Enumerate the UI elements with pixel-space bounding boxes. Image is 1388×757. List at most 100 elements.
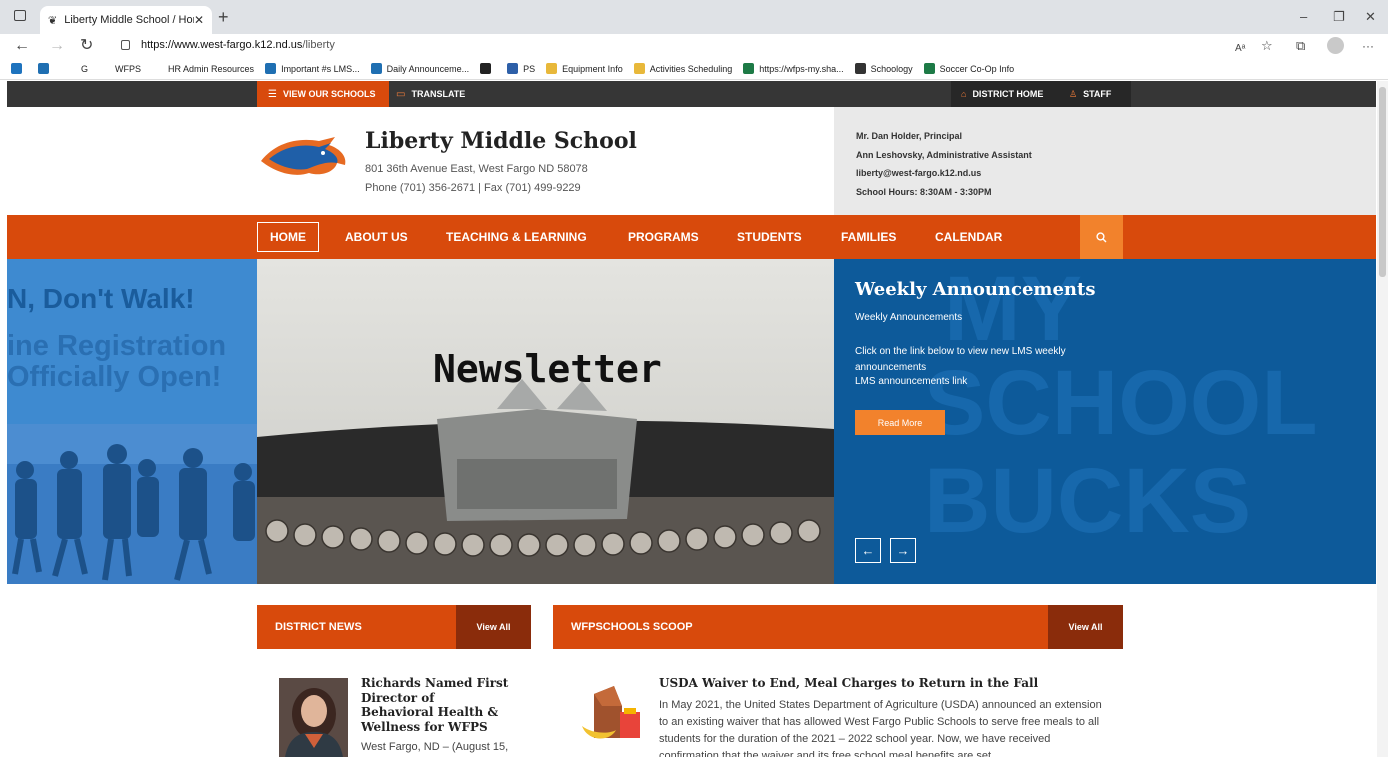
mustang-logo[interactable] — [257, 133, 349, 179]
browser-tab[interactable]: ❦ Liberty Middle School / Homepa ✕ — [40, 6, 212, 34]
school-address: 801 36th Avenue East, West Fargo ND 5807… — [365, 163, 588, 175]
view-schools-button[interactable]: ☰ VIEW OUR SCHOOLS — [257, 81, 389, 107]
bookmark-label: PS — [523, 63, 536, 74]
bookmark-label: Soccer Co-Op Info — [939, 63, 1015, 74]
school-name[interactable]: Liberty Middle School — [365, 128, 637, 154]
prev-slide-button[interactable]: ← — [855, 538, 881, 563]
slide-prev-line1: N, Don't Walk! — [7, 283, 195, 314]
bookmark-item[interactable]: PS — [507, 63, 535, 74]
next-slide-button[interactable]: → — [890, 538, 916, 563]
news-author-photo[interactable] — [279, 678, 348, 757]
bookmark-label: Schoology — [870, 63, 913, 74]
back-icon[interactable]: ← — [14, 37, 30, 55]
bookmark-item[interactable]: Equipment Info — [546, 63, 623, 74]
bookmark-item[interactable] — [480, 63, 496, 74]
district-news-snippet: West Fargo, ND – (August 15, — [361, 741, 509, 753]
bookmark-icon — [507, 63, 519, 74]
lock-icon[interactable] — [121, 40, 130, 50]
tab-title: Liberty Middle School / Homepa — [64, 14, 194, 26]
forward-icon[interactable]: → — [49, 37, 65, 55]
home-icon: ⌂ — [961, 89, 967, 99]
bookmark-label: Activities Scheduling — [649, 63, 733, 74]
nav-families[interactable]: FAMILIES — [841, 215, 896, 259]
bookmark-icon — [854, 63, 866, 74]
bookmark-icon — [11, 63, 22, 74]
bookmark-item[interactable]: Schoology — [854, 63, 913, 74]
district-news-view-all[interactable]: View All — [456, 605, 531, 649]
lms-announcements-link[interactable]: LMS announcements link — [855, 376, 967, 387]
bookmark-item[interactable] — [38, 63, 54, 74]
principal-text: Mr. Dan Holder, Principal — [856, 131, 963, 141]
bookmark-item[interactable]: WFPS — [99, 63, 141, 74]
bookmark-label: G — [81, 63, 89, 74]
school-phone: Phone (701) 356-2671 | Fax (701) 499-922… — [365, 182, 581, 194]
url-field[interactable]: https://www.west-fargo.k12.nd.us/liberty — [141, 39, 335, 51]
search-icon — [1096, 231, 1107, 242]
bookmark-item[interactable]: Soccer Co-Op Info — [923, 63, 1015, 74]
typewriter-image — [257, 259, 834, 584]
site-topbar: ☰ VIEW OUR SCHOOLS ▭ TRANSLATE ⌂ DISTRIC… — [7, 81, 1376, 107]
translate-label: TRANSLATE — [411, 89, 466, 99]
translate-button[interactable]: ▭ TRANSLATE — [396, 81, 465, 107]
bookmark-item[interactable]: Important #s LMS... — [265, 63, 360, 74]
nav-programs[interactable]: PROGRAMS — [628, 215, 699, 259]
refresh-icon[interactable]: ↻ — [80, 37, 93, 55]
main-nav: HOME ABOUT US TEACHING & LEARNING PROGRA… — [7, 215, 1376, 259]
slide-prev-line2: ine Registration — [7, 330, 227, 362]
person-icon: ♙ — [1069, 88, 1078, 99]
new-tab-icon[interactable]: + — [218, 8, 229, 26]
bookmark-item[interactable]: Activities Scheduling — [633, 63, 733, 74]
scrollbar-thumb[interactable] — [1379, 87, 1386, 277]
bookmark-icon — [370, 63, 382, 74]
bookmarks-bar: G WFPS HR Admin Resources Important #s LMS.… — [0, 58, 1388, 80]
district-home-label: DISTRICT HOME — [972, 89, 1044, 99]
favicon-icon: ❦ — [48, 14, 58, 27]
bookmark-icon — [923, 63, 935, 74]
bookmark-item[interactable]: G — [65, 63, 88, 74]
read-aloud-icon[interactable]: Aᵃ — [1235, 40, 1245, 58]
nav-students[interactable]: STUDENTS — [737, 215, 802, 259]
close-window-icon[interactable]: ✕ — [1365, 9, 1376, 25]
more-icon[interactable]: ··· — [1362, 37, 1374, 55]
bg-text-bucks: BUCKS — [924, 450, 1252, 552]
nav-teaching-learning[interactable]: TEACHING & LEARNING — [446, 215, 587, 259]
newsletter-slide-image[interactable]: Newsletter — [257, 259, 834, 584]
nav-calendar[interactable]: CALENDAR — [935, 215, 1002, 259]
view-schools-label: VIEW OUR SCHOOLS — [282, 89, 376, 99]
restore-icon[interactable]: ❐ — [1333, 9, 1345, 25]
staff-label: STAFF — [1083, 89, 1112, 99]
previous-slide-preview[interactable]: N, Don't Walk! ine Registration Official… — [7, 259, 257, 584]
profile-avatar[interactable] — [1327, 37, 1344, 54]
tab-actions-icon[interactable] — [14, 10, 26, 21]
nav-home[interactable]: HOME — [257, 222, 319, 252]
bookmark-icon — [152, 63, 163, 74]
bookmark-label: Important #s LMS... — [281, 63, 360, 74]
menu-icon: ☰ — [268, 88, 277, 100]
nav-about-us[interactable]: ABOUT US — [345, 215, 408, 259]
district-home-link[interactable]: ⌂ DISTRICT HOME — [951, 81, 1063, 107]
staff-link[interactable]: ♙ STAFF — [1063, 81, 1131, 107]
contact-info-box: Mr. Dan Holder, Principal Ann Leshovsky,… — [834, 107, 1376, 215]
slide-caption-panel: MY SCHOOL BUCKS Weekly Announcements Wee… — [834, 259, 1376, 584]
search-button[interactable] — [1080, 215, 1123, 259]
bookmark-icon — [633, 63, 645, 74]
school-hours: School Hours: 8:30AM - 3:30PM — [856, 186, 992, 197]
bookmark-item[interactable]: https://wfps-my.sha... — [743, 63, 844, 74]
minimize-icon[interactable]: – — [1300, 9, 1307, 24]
district-news-title[interactable]: Richards Named First Director of Behavio… — [361, 676, 511, 734]
bookmark-label: WFPS — [115, 63, 142, 74]
bookmark-label: Equipment Info — [562, 63, 623, 74]
read-more-button[interactable]: Read More — [855, 410, 945, 435]
scoop-title[interactable]: USDA Waiver to End, Meal Charges to Retu… — [659, 676, 1038, 690]
collections-icon[interactable]: ⧉ — [1296, 37, 1305, 55]
bookmark-item[interactable] — [11, 63, 27, 74]
favorite-icon[interactable]: ☆ — [1261, 37, 1273, 55]
close-tab-icon[interactable]: ✕ — [194, 13, 204, 27]
email-link[interactable]: liberty@west-fargo.k12.nd.us — [856, 164, 1354, 183]
bookmark-item[interactable]: Daily Announceme... — [370, 63, 469, 74]
bookmark-label: https://wfps-my.sha... — [759, 63, 844, 74]
scoop-view-all[interactable]: View All — [1048, 605, 1123, 649]
page-scrollbar[interactable] — [1377, 81, 1388, 757]
address-bar: ← → ↻ https://www.west-fargo.k12.nd.us/l… — [0, 34, 1388, 58]
bookmark-item[interactable]: HR Admin Resources — [152, 63, 254, 74]
